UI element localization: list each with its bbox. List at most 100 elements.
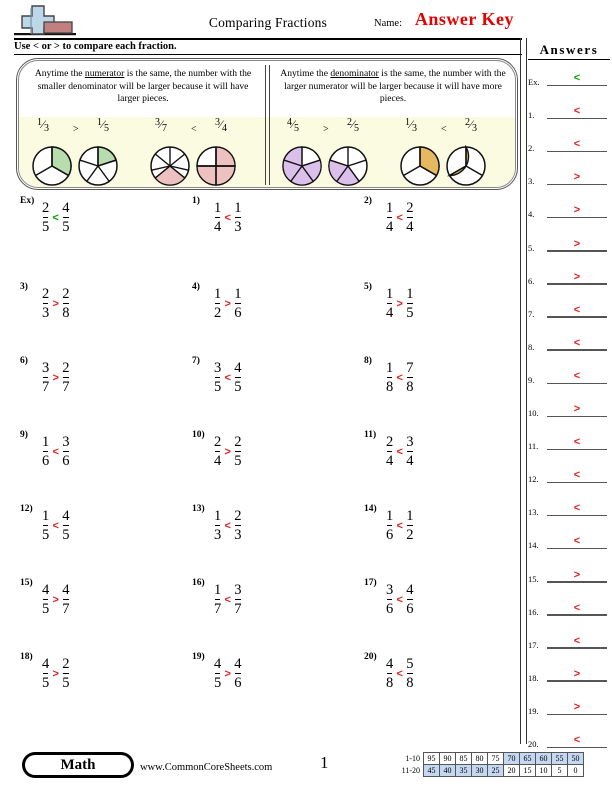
answer-row-2: 2. < — [528, 138, 610, 153]
answer-value[interactable]: < — [547, 535, 607, 547]
answer-value[interactable]: > — [547, 171, 607, 183]
answer-number: 1. — [528, 110, 535, 121]
problem-16: 16) 1 7 <3 7 — [186, 578, 336, 640]
answer-blank-line — [547, 614, 607, 616]
problem-example: Ex) 2 5 <4 5 — [14, 196, 164, 258]
comparison-operator[interactable]: < — [393, 520, 406, 532]
problem-number: 2) — [364, 196, 372, 206]
answer-value[interactable]: < — [547, 105, 607, 117]
answer-row-20: 20. < — [528, 734, 610, 749]
comparison-operator[interactable]: > — [49, 298, 62, 310]
problem-expression: 3 6 <4 6 — [386, 582, 414, 634]
answer-blank-line — [547, 250, 607, 252]
answer-value[interactable]: < — [547, 337, 607, 349]
problem-number: 14) — [364, 504, 377, 514]
comparison-operator[interactable]: < — [221, 212, 234, 224]
problem-9: 9) 1 6 <3 6 — [14, 430, 164, 492]
help-fraction-2b: 3⁄4 — [215, 117, 228, 134]
comparison-operator[interactable]: > — [49, 668, 62, 680]
comparison-operator[interactable]: < — [221, 594, 234, 606]
page-header: Comparing Fractions Name: Answer Key — [14, 4, 522, 40]
comparison-operator[interactable]: < — [49, 446, 62, 458]
comparison-operator[interactable]: < — [393, 594, 406, 606]
problem-expression: 1 3 <2 3 — [214, 508, 242, 560]
answer-value[interactable]: > — [547, 403, 607, 415]
answer-value[interactable]: < — [547, 502, 607, 514]
answer-value[interactable]: > — [547, 271, 607, 283]
score-cell: 15 — [519, 764, 536, 777]
answer-value[interactable]: < — [547, 138, 607, 150]
comparison-operator[interactable]: > — [221, 446, 234, 458]
answer-blank-line — [547, 316, 607, 318]
fraction-left: 14 — [214, 200, 222, 236]
answer-number: 19. — [528, 705, 539, 716]
problem-number: 13) — [192, 504, 205, 514]
problem-expression: 1 4 <1 3 — [214, 200, 242, 252]
instruction-text: Use < or > to compare each fraction. — [14, 41, 177, 52]
problem-number: 11) — [364, 430, 377, 440]
comparison-operator[interactable]: < — [393, 372, 406, 384]
answer-value[interactable]: > — [547, 569, 607, 581]
comparison-operator[interactable]: < — [393, 446, 406, 458]
problem-expression: 2 5 <4 5 — [42, 200, 70, 252]
problem-12: 12) 1 5 <4 5 — [14, 504, 164, 566]
subject-badge: Math — [22, 752, 134, 778]
comparison-operator[interactable]: < — [221, 372, 234, 384]
comparison-operator[interactable]: < — [221, 520, 234, 532]
problem-19: 19) 4 5 >4 6 — [186, 652, 336, 714]
comparison-operator[interactable]: < — [49, 520, 62, 532]
fraction-left: 37 — [42, 360, 50, 396]
answer-value[interactable]: < — [547, 469, 607, 481]
fraction-left: 16 — [42, 434, 50, 470]
answer-value[interactable]: < — [547, 635, 607, 647]
problem-expression: 1 6 <1 2 — [386, 508, 414, 560]
help-operator-4: < — [441, 124, 447, 135]
comparison-operator[interactable]: < — [49, 212, 62, 224]
comparison-operator[interactable]: > — [49, 594, 62, 606]
fraction-right: 24 — [406, 200, 414, 236]
pie-chart-3b — [328, 146, 368, 186]
problem-number: 17) — [364, 578, 377, 588]
help-fraction-3b: 2⁄5 — [347, 117, 360, 134]
score-cell: 10 — [535, 764, 552, 777]
answer-value[interactable]: > — [547, 668, 607, 680]
comparison-operator[interactable]: < — [393, 212, 406, 224]
score-table: 1-10 95 90 85 80 75 70 65 60 55 50 11-20 45 40 35 30 25 2… — [394, 752, 584, 777]
score-row-label: 1-10 — [405, 754, 420, 763]
answer-value[interactable]: < — [547, 436, 607, 448]
problem-number: 3) — [20, 282, 28, 292]
answer-value[interactable]: < — [547, 602, 607, 614]
problem-expression: 1 4 >1 5 — [386, 286, 414, 338]
page-footer: Math www.CommonCoreSheets.com 1 1-10 95 90… — [0, 748, 612, 792]
answer-number: 16. — [528, 606, 539, 617]
answer-value[interactable]: < — [547, 734, 607, 746]
score-cell: 0 — [567, 764, 584, 777]
answer-row-10: 10. > — [528, 403, 610, 418]
problem-number: 6) — [20, 356, 28, 366]
answer-blank-line — [547, 680, 607, 682]
answer-number: 9. — [528, 374, 535, 385]
problem-14: 14) 1 6 <1 2 — [358, 504, 508, 566]
answer-row-17: 17. < — [528, 635, 610, 650]
problem-expression: 1 6 <3 6 — [42, 434, 70, 486]
answer-blank-line — [547, 415, 607, 417]
answer-number: 7. — [528, 308, 535, 319]
score-cell: 75 — [487, 752, 504, 765]
comparison-operator[interactable]: > — [49, 372, 62, 384]
comparison-operator[interactable]: > — [221, 298, 234, 310]
answer-value[interactable]: > — [547, 238, 607, 250]
comparison-operator[interactable]: > — [393, 298, 406, 310]
comparison-operator[interactable]: > — [221, 668, 234, 680]
score-cell: 35 — [455, 764, 472, 777]
fraction-right: 46 — [234, 656, 242, 692]
answer-value[interactable]: < — [547, 370, 607, 382]
answer-value[interactable]: > — [547, 701, 607, 713]
answer-value[interactable]: > — [547, 204, 607, 216]
problem-3: 3) 2 3 >2 8 — [14, 282, 164, 344]
problem-expression: 2 3 >2 8 — [42, 286, 70, 338]
answer-value[interactable]: < — [547, 72, 607, 84]
comparison-operator[interactable]: < — [393, 668, 406, 680]
answer-value[interactable]: < — [547, 304, 607, 316]
score-row-2: 11-20 45 40 35 30 25 20 15 10 5 0 — [394, 764, 584, 777]
problem-6: 6) 3 7 >2 7 — [14, 356, 164, 418]
